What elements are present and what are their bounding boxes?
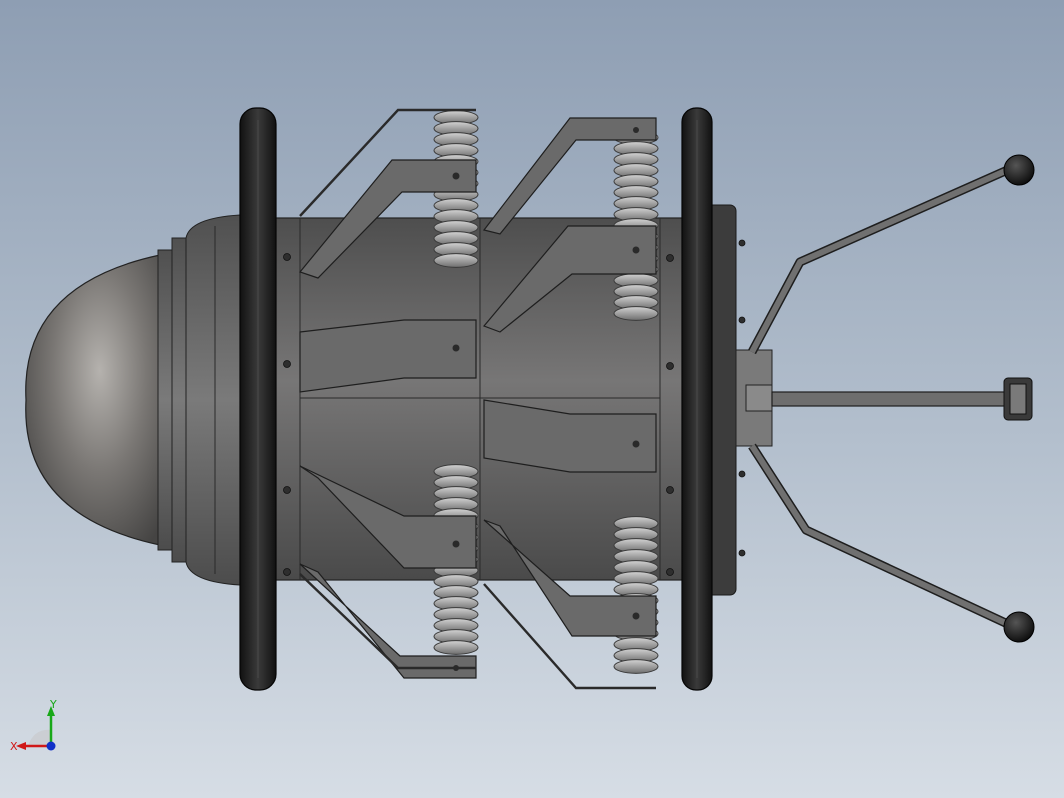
spring-coil [613, 306, 659, 321]
spring-coil [613, 659, 659, 674]
spring-coil [433, 253, 479, 268]
rear-hub [705, 204, 773, 596]
x-axis-label: X [10, 740, 18, 753]
tow-arm-lower [748, 443, 1035, 643]
tow-arm-center [771, 377, 1033, 421]
spring-coil [433, 640, 479, 655]
spring-rear-bottom [613, 516, 659, 674]
axis-triad: Y X [10, 698, 57, 753]
front-wheel [239, 107, 277, 691]
z-axis-dot [46, 741, 56, 751]
y-axis-label: Y [49, 698, 57, 711]
rear-wheel [681, 107, 713, 691]
cad-viewport[interactable]: Y X [0, 0, 1064, 798]
robot-model[interactable] [0, 0, 1064, 798]
tow-arm-upper [748, 154, 1035, 355]
dome-nose [25, 214, 241, 586]
